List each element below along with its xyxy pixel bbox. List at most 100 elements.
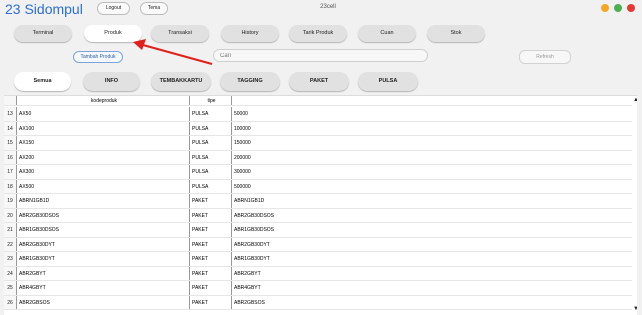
product-table: kodeproduk tipe 13 AX50 PULSA 50000 14 AX100 P…	[4, 95, 637, 315]
cell-kodeproduk[interactable]: ABR2GB30DSOS	[16, 208, 190, 222]
cell-tipe[interactable]: PAKET	[190, 208, 232, 222]
nav-tab-cuan[interactable]: Cuan	[358, 25, 416, 42]
row-number: 14	[4, 121, 16, 135]
column-header-tipe[interactable]: tipe	[190, 96, 232, 105]
cell-value[interactable]: ABR4GBYT	[232, 281, 632, 295]
cell-kodeproduk[interactable]: AX150	[16, 136, 190, 150]
cell-tipe[interactable]: PAKET	[190, 237, 232, 251]
category-tab-info[interactable]: INFO	[83, 72, 140, 91]
table-row[interactable]: 24 ABR2GBYT PAKET ABR2GBYT	[4, 266, 632, 281]
cell-tipe[interactable]: PULSA	[190, 136, 232, 150]
cell-value[interactable]: ABR1GB30DYT	[232, 252, 632, 266]
row-number: 25	[4, 281, 16, 295]
category-tab-tembakkartu[interactable]: TEMBAKKARTU	[151, 72, 211, 91]
table-row[interactable]: 23 ABR1GB30DYT PAKET ABR1GB30DYT	[4, 252, 632, 267]
title-bar: 23 Sidompul Logout Tema 23cell	[0, 0, 642, 18]
cell-kodeproduk[interactable]: ABR1GB30DSOS	[16, 223, 190, 237]
nav-tab-stok[interactable]: Stok	[427, 25, 485, 42]
cell-kodeproduk[interactable]: AX50	[16, 107, 190, 121]
cell-kodeproduk[interactable]: ABR2GB30DYT	[16, 237, 190, 251]
row-number-header	[4, 96, 16, 105]
row-number: 17	[4, 165, 16, 179]
cell-kodeproduk[interactable]: AX100	[16, 121, 190, 135]
cell-value[interactable]: 50000	[232, 107, 632, 121]
cell-value[interactable]: ABR1GB30DSOS	[232, 223, 632, 237]
table-row[interactable]: 14 AX100 PULSA 100000	[4, 121, 632, 136]
minimize-button[interactable]	[601, 4, 609, 12]
nav-tab-tarik-produk[interactable]: Tarik Produk	[289, 25, 347, 42]
category-tab-pulsa[interactable]: PULSA	[358, 72, 418, 91]
cell-kodeproduk[interactable]: ABR1GB30DYT	[16, 252, 190, 266]
refresh-button[interactable]: Refresh	[519, 50, 571, 64]
table-header: kodeproduk tipe	[4, 96, 632, 106]
annotation-arrow-line	[142, 43, 213, 66]
cell-value[interactable]: 150000	[232, 136, 632, 150]
scroll-down-arrow-icon[interactable]: ▼	[633, 305, 637, 313]
cell-tipe[interactable]: PAKET	[190, 223, 232, 237]
cell-tipe[interactable]: PAKET	[190, 266, 232, 280]
table-row[interactable]: 17 AX300 PULSA 300000	[4, 165, 632, 180]
cell-tipe[interactable]: PAKET	[190, 194, 232, 208]
table-row[interactable]: 18 AX500 PULSA 500000	[4, 179, 632, 194]
row-number: 22	[4, 237, 16, 251]
row-number: 15	[4, 136, 16, 150]
category-tab-tagging[interactable]: TAGGING	[220, 72, 280, 91]
nav-tab-transaksi[interactable]: Transaksi	[151, 25, 209, 42]
cell-value[interactable]: ABR2GBSOS	[232, 296, 632, 310]
table-row[interactable]: 19 ABRN1GB1D PAKET ABRN1GB1D	[4, 194, 632, 209]
cell-tipe[interactable]: PULSA	[190, 107, 232, 121]
row-number: 26	[4, 295, 16, 309]
window-title: 23cell	[320, 4, 336, 10]
cell-kodeproduk[interactable]: AX200	[16, 150, 190, 164]
cell-kodeproduk[interactable]: AX300	[16, 165, 190, 179]
cell-tipe[interactable]: PAKET	[190, 295, 232, 309]
cell-tipe[interactable]: PULSA	[190, 179, 232, 193]
row-number: 19	[4, 194, 16, 208]
table-row[interactable]: 26 ABR2GBSOS PAKET ABR2GBSOS	[4, 295, 632, 310]
cell-value[interactable]: 300000	[232, 165, 632, 179]
cell-tipe[interactable]: PULSA	[190, 150, 232, 164]
table-row[interactable]: 13 AX50 PULSA 50000	[4, 107, 632, 122]
category-tab-paket[interactable]: PAKET	[289, 72, 349, 91]
cell-value[interactable]: ABR2GB30DYT	[232, 238, 632, 252]
cell-kodeproduk[interactable]: ABR2GBYT	[16, 266, 190, 280]
row-number: 18	[4, 179, 16, 193]
cell-kodeproduk[interactable]: AX500	[16, 179, 190, 193]
cell-tipe[interactable]: PAKET	[190, 281, 232, 295]
column-header-kodeproduk[interactable]: kodeproduk	[16, 96, 190, 105]
cell-value[interactable]: ABRN1GB1D	[232, 194, 632, 208]
app-title: 23 Sidompul	[5, 1, 83, 17]
nav-tab-history[interactable]: History	[221, 25, 279, 42]
cell-kodeproduk[interactable]: ABRN1GB1D	[16, 194, 190, 208]
cell-kodeproduk[interactable]: ABR2GBSOS	[16, 295, 190, 309]
row-number: 20	[4, 208, 16, 222]
cell-value[interactable]: ABR2GB30DSOS	[232, 209, 632, 223]
search-input[interactable]	[213, 49, 428, 62]
table-row[interactable]: 21 ABR1GB30DSOS PAKET ABR1GB30DSOS	[4, 223, 632, 238]
add-product-button[interactable]: Tambah Produk	[73, 51, 123, 63]
table-row[interactable]: 25 ABR4GBYT PAKET ABR4GBYT	[4, 281, 632, 296]
column-header-value[interactable]	[232, 96, 632, 105]
cell-tipe[interactable]: PULSA	[190, 121, 232, 135]
cell-value[interactable]: 100000	[232, 122, 632, 136]
cell-kodeproduk[interactable]: ABR4GBYT	[16, 281, 190, 295]
table-row[interactable]: 22 ABR2GB30DYT PAKET ABR2GB30DYT	[4, 237, 632, 252]
logout-button[interactable]: Logout	[97, 2, 130, 15]
maximize-button[interactable]	[614, 4, 622, 12]
cell-tipe[interactable]: PAKET	[190, 252, 232, 266]
theme-button[interactable]: Tema	[140, 2, 168, 15]
row-number: 13	[4, 107, 16, 121]
cell-value[interactable]: ABR2GBYT	[232, 267, 632, 281]
nav-tab-terminal[interactable]: Terminal	[14, 25, 72, 42]
scroll-up-arrow-icon[interactable]: ▲	[633, 96, 637, 104]
cell-value[interactable]: 500000	[232, 180, 632, 194]
cell-tipe[interactable]: PULSA	[190, 165, 232, 179]
table-row[interactable]: 20 ABR2GB30DSOS PAKET ABR2GB30DSOS	[4, 208, 632, 223]
nav-tab-produk[interactable]: Produk	[84, 25, 142, 42]
cell-value[interactable]: 200000	[232, 151, 632, 165]
category-tab-semua[interactable]: Semua	[14, 72, 71, 91]
close-button[interactable]	[627, 4, 635, 12]
row-number: 21	[4, 223, 16, 237]
table-row[interactable]: 15 AX150 PULSA 150000	[4, 136, 632, 151]
table-row[interactable]: 16 AX200 PULSA 200000	[4, 150, 632, 165]
